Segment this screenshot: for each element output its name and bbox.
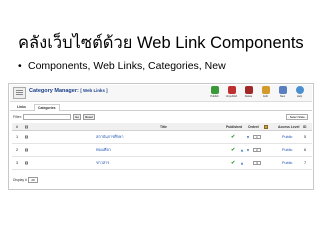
select-all-checkbox[interactable] <box>25 125 28 128</box>
row-title[interactable]: ข่าวสาร <box>96 160 109 166</box>
row-num: 3 <box>16 161 19 165</box>
filter-bar: Filter: Go Reset - Select State - <box>11 114 311 121</box>
bullet-dot-icon: • <box>18 60 22 72</box>
row-access[interactable]: Public <box>282 135 292 139</box>
published-check-icon[interactable]: ✔ <box>231 134 235 140</box>
table-row: 3 ข่าวสาร ✔ ▲ 3 Public 7 <box>12 157 312 170</box>
order-input[interactable]: 3 <box>253 161 261 165</box>
order-input[interactable]: 2 <box>253 148 261 152</box>
row-id: 7 <box>304 161 307 165</box>
toolbar: Category Manager: [ Web Links ] Publish … <box>10 85 312 102</box>
published-check-icon[interactable]: ✔ <box>231 160 235 166</box>
category-manager-icon <box>13 87 26 99</box>
publish-button[interactable]: Publish <box>208 86 221 101</box>
edit-button[interactable]: Edit <box>259 86 272 101</box>
table-row: 2 ท่องเที่ยว ✔ ▲ ▼ 2 Public 6 <box>12 144 312 157</box>
bullet-point: • Components, Web Links, Categories, New <box>18 60 226 72</box>
published-check-icon[interactable]: ✔ <box>231 147 235 153</box>
order-up-icon[interactable]: ▲ <box>240 161 244 166</box>
category-table: # Title Published Order# Access Level ID… <box>12 123 312 170</box>
manager-title: Category Manager: <box>29 88 79 94</box>
joomla-screenshot: Category Manager: [ Web Links ] Publish … <box>8 83 314 190</box>
publish-icon <box>210 86 219 94</box>
help-icon <box>295 86 304 94</box>
col-access[interactable]: Access Level <box>278 125 300 129</box>
row-title[interactable]: สถาบันการศึกษา <box>96 134 124 140</box>
col-order[interactable]: Order# <box>248 125 259 129</box>
pagination-footer: Display # 20 <box>12 177 312 184</box>
order-up-icon[interactable]: ▲ <box>240 148 244 153</box>
filter-input[interactable] <box>23 114 71 120</box>
row-access[interactable]: Public <box>282 161 292 165</box>
tab-links[interactable]: Links <box>14 104 29 111</box>
col-num: # <box>16 124 18 129</box>
page-title: Category Manager: [ Web Links ] <box>29 88 108 94</box>
unpublish-icon <box>227 86 236 94</box>
delete-label: Delete <box>244 95 253 98</box>
delete-button[interactable]: Delete <box>242 86 255 101</box>
row-num: 2 <box>16 148 19 152</box>
row-id: 6 <box>304 148 307 152</box>
table-row: 1 สถาบันการศึกษา ✔ ▼ 1 Public 5 <box>12 131 312 144</box>
manager-section: [ Web Links ] <box>80 88 108 93</box>
row-num: 1 <box>16 135 19 139</box>
unpublish-label: Unpublish <box>225 95 238 98</box>
delete-icon <box>244 86 253 94</box>
row-access[interactable]: Public <box>282 148 292 152</box>
help-label: Help <box>296 95 303 98</box>
save-order-icon[interactable] <box>264 124 268 129</box>
filter-label: Filter: <box>13 115 22 119</box>
state-select[interactable]: - Select State - <box>286 114 308 120</box>
row-id: 5 <box>304 135 307 139</box>
row-checkbox[interactable] <box>25 161 28 165</box>
slide-title: คลังเว็บไซต์ด้วย Web Link Components <box>18 34 304 52</box>
row-checkbox[interactable] <box>25 148 28 152</box>
edit-icon <box>261 86 270 94</box>
new-label: New <box>279 95 286 98</box>
col-id[interactable]: ID <box>303 125 306 129</box>
publish-label: Publish <box>210 95 219 98</box>
col-title[interactable]: Title <box>160 125 167 129</box>
col-published[interactable]: Published <box>226 125 242 129</box>
reset-button[interactable]: Reset <box>83 114 95 120</box>
display-label: Display # <box>13 178 27 182</box>
bullet-text: Components, Web Links, Categories, New <box>28 60 226 72</box>
tab-categories[interactable]: Categories <box>34 104 60 111</box>
new-button[interactable]: New <box>276 86 289 101</box>
row-checkbox[interactable] <box>25 135 28 139</box>
help-button[interactable]: Help <box>293 86 306 101</box>
table-header: # Title Published Order# Access Level ID <box>12 123 312 131</box>
go-button[interactable]: Go <box>73 114 81 120</box>
row-title[interactable]: ท่องเที่ยว <box>96 147 111 153</box>
unpublish-button[interactable]: Unpublish <box>225 86 238 101</box>
order-input[interactable]: 1 <box>253 135 261 139</box>
order-down-icon[interactable]: ▼ <box>246 135 250 140</box>
order-down-icon[interactable]: ▼ <box>246 148 250 153</box>
display-limit-select[interactable]: 20 <box>28 177 38 183</box>
submenu-tabs: Links Categories <box>10 103 312 111</box>
edit-label: Edit <box>263 95 268 98</box>
new-icon <box>278 86 287 94</box>
